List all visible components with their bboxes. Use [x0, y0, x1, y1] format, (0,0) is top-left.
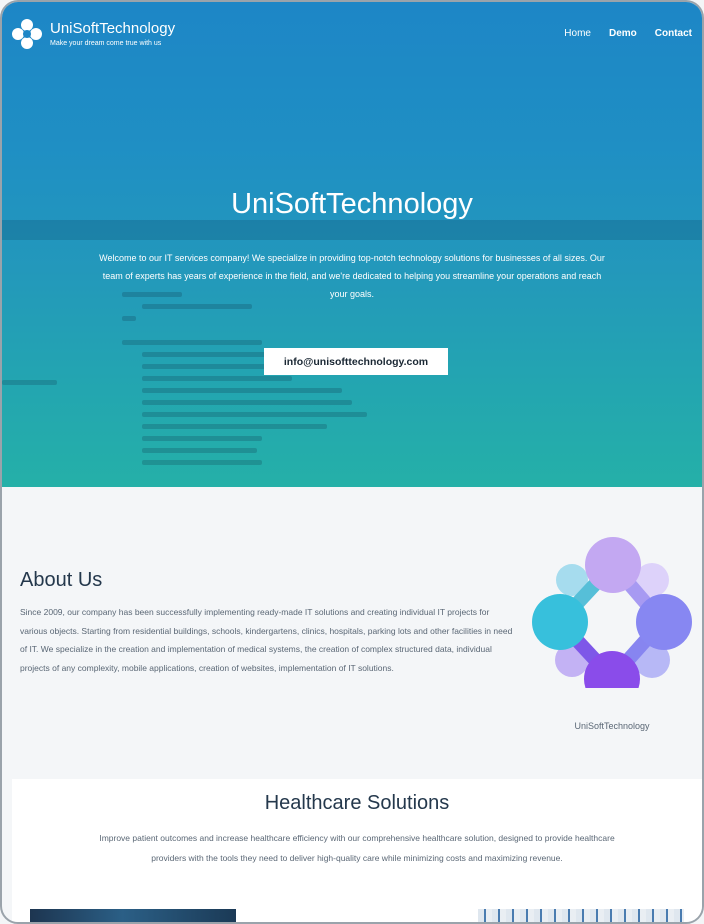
- brand-name[interactable]: UniSoftTechnology: [50, 20, 175, 37]
- nav-link-home[interactable]: Home: [564, 28, 591, 39]
- logo-caption: UniSoftTechnology: [574, 721, 650, 731]
- healthcare-description: Improve patient outcomes and increase he…: [99, 833, 615, 863]
- brand-logo-icon[interactable]: [12, 19, 42, 49]
- page: UniSoftTechnology Make your dream come t…: [0, 0, 704, 924]
- about-title: About Us: [20, 569, 103, 591]
- healthcare-image-left: [30, 909, 236, 922]
- nav-link-contact[interactable]: Contact: [655, 28, 692, 39]
- brand-tagline: Make your dream come true with us: [50, 40, 162, 47]
- company-logo-graphic: [532, 537, 692, 688]
- hero-description: Welcome to our IT services company! We s…: [99, 253, 605, 299]
- healthcare-image-right: [478, 909, 684, 922]
- main-nav: Home Demo Contact: [564, 28, 692, 39]
- healthcare-title: Healthcare Solutions: [264, 792, 450, 814]
- email-contact-button[interactable]: info@unisofttechnology.com: [264, 348, 448, 375]
- healthcare-section: Healthcare Solutions Improve patient out…: [12, 779, 702, 922]
- about-description: Since 2009, our company has been success…: [20, 607, 513, 673]
- hero-title: UniSoftTechnology: [231, 188, 473, 220]
- nav-link-demo[interactable]: Demo: [609, 28, 637, 39]
- hero-section: UniSoftTechnology Make your dream come t…: [2, 2, 702, 487]
